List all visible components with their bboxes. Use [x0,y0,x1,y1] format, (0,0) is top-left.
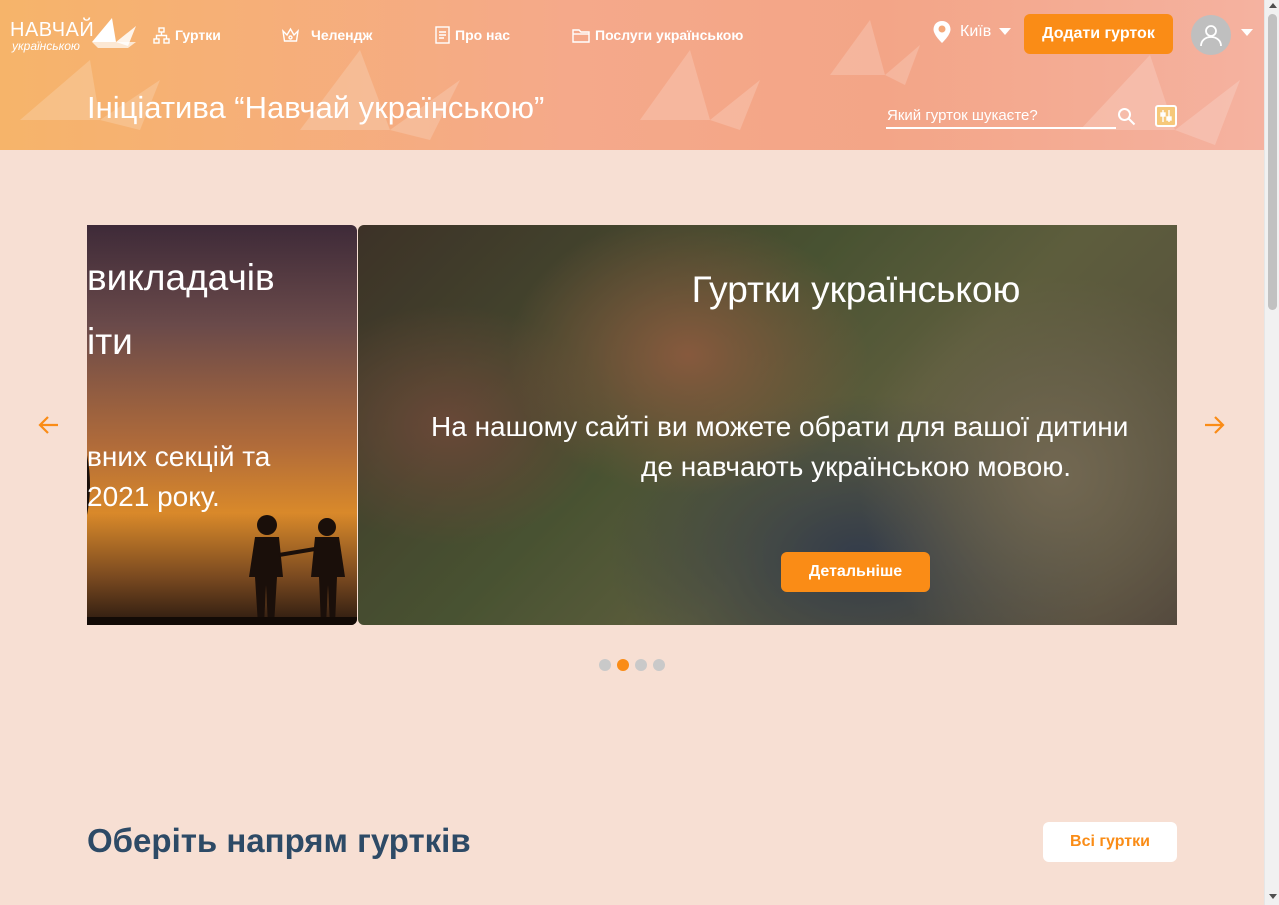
slide-description-line1: На нашому сайті ви можете обрати для ваш… [431,411,1129,442]
avatar[interactable] [1191,15,1231,55]
previous-slide-title-line2: іти [87,321,133,362]
paper-boat-decoration [640,50,760,130]
crown-icon [281,27,300,42]
nav-clubs-label: Гуртки [175,27,221,43]
sitemap-icon [153,26,170,44]
paper-boat-logo-icon [92,18,136,48]
location-pin-icon [933,21,951,43]
header: НАВЧАЙ українською Гуртки Челендж Про на… [0,0,1264,150]
carousel-dot[interactable] [653,659,665,671]
logo[interactable]: НАВЧАЙ українською [10,16,136,54]
search-input[interactable] [886,103,1116,129]
carousel-dot-active[interactable] [617,659,629,671]
carousel-slide-current[interactable]: Гуртки українською На нашому сайті ви мо… [358,225,1177,625]
previous-slide-desc-line1: вних секцій та [87,441,271,472]
previous-slide-desc-line2: 2021 року. [87,481,220,512]
nav-clubs[interactable]: Гуртки [153,25,221,45]
caret-down-icon [999,28,1012,35]
nav-services[interactable]: Послуги українською [572,25,743,45]
logo-subtext: українською [12,39,80,53]
slide-description-line2: де навчають українською мовою. [641,451,1071,482]
folder-icon [572,28,590,43]
scroll-down-icon[interactable] [1269,894,1277,899]
scrollbar-thumb[interactable] [1268,14,1277,310]
document-icon [435,26,450,44]
page-title: Ініціатива “Навчай українською” [87,90,545,125]
previous-slide-title-line1: викладачів [87,257,275,298]
details-button[interactable]: Детальніше [781,552,930,592]
section-title: Оберіть напрям гуртків [87,822,471,859]
paper-boat-decoration [830,20,920,85]
scroll-up-icon[interactable] [1269,3,1277,8]
slide-title: Гуртки українською [691,269,1021,310]
nav-about-label: Про нас [455,27,511,43]
paper-boat-decoration [1080,55,1240,145]
city-selector[interactable]: Київ [932,20,1012,44]
carousel-dot[interactable] [635,659,647,671]
carousel: викладачів іти вних секцій та 2021 року.… [87,225,1177,625]
nav-services-label: Послуги українською [595,27,744,43]
add-club-button[interactable]: Додати гурток [1024,14,1173,54]
carousel-slide-previous[interactable]: викладачів іти вних секцій та 2021 року. [87,225,357,625]
arrow-left-icon[interactable] [38,414,60,436]
arrow-right-icon[interactable] [1203,414,1225,436]
carousel-dots [599,659,665,671]
nav-about[interactable]: Про нас [435,25,510,45]
user-menu-caret-icon[interactable] [1241,29,1253,37]
user-icon [1200,25,1222,47]
nav-challenge[interactable]: Челендж [281,25,372,45]
city-label: Київ [960,23,992,40]
search-icon[interactable] [1117,107,1136,126]
scrollbar[interactable] [1264,0,1279,905]
all-clubs-button[interactable]: Всі гуртки [1043,822,1177,862]
carousel-dot[interactable] [599,659,611,671]
sliders-icon [1160,110,1172,122]
nav-challenge-label: Челендж [311,27,373,43]
advanced-search-icon[interactable] [1155,105,1177,127]
